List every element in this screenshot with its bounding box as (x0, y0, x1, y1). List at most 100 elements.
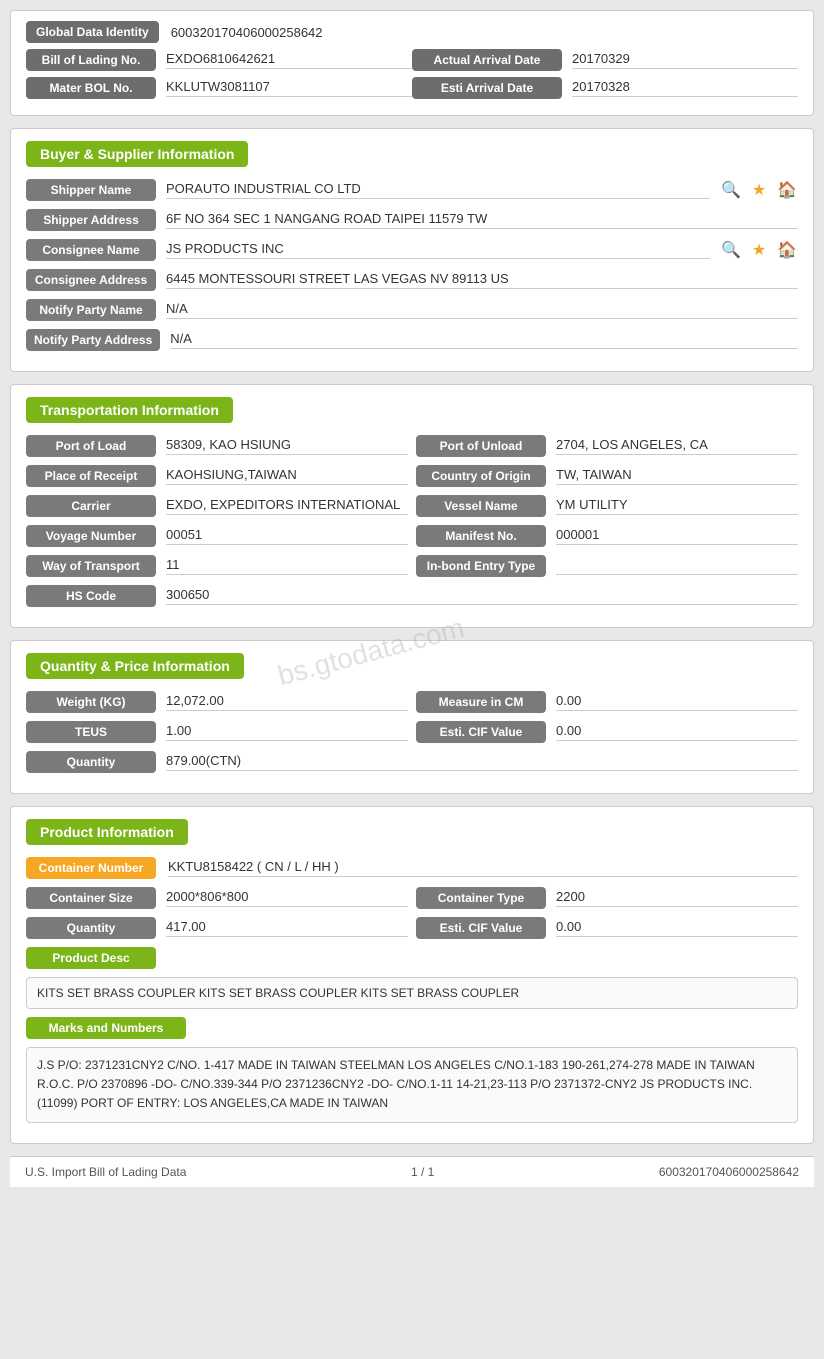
voyage-number-value: 00051 (166, 527, 408, 545)
carrier-left: Carrier EXDO, EXPEDITORS INTERNATIONAL (26, 495, 408, 517)
teus-label: TEUS (26, 721, 156, 743)
voyage-number-label: Voyage Number (26, 525, 156, 547)
consignee-address-label: Consignee Address (26, 269, 156, 291)
bol-left: Bill of Lading No. EXDO6810642621 (26, 49, 412, 71)
bol-value: EXDO6810642621 (166, 51, 412, 69)
search-icon[interactable]: 🔍 (720, 179, 742, 201)
consignee-icons: 🔍 ★ 🏠 (720, 239, 798, 261)
port-unload-label: Port of Unload (416, 435, 546, 457)
voyage-left: Voyage Number 00051 (26, 525, 408, 547)
bol-row: Bill of Lading No. EXDO6810642621 Actual… (26, 49, 798, 71)
marks-value: J.S P/O: 2371231CNY2 C/NO. 1-417 MADE IN… (26, 1047, 798, 1123)
measure-right: Measure in CM 0.00 (416, 691, 798, 713)
consignee-search-icon[interactable]: 🔍 (720, 239, 742, 261)
way-transport-label: Way of Transport (26, 555, 156, 577)
hs-code-row: HS Code 300650 (26, 585, 798, 607)
product-cif-value: 0.00 (556, 919, 798, 937)
receipt-left: Place of Receipt KAOHSIUNG,TAIWAN (26, 465, 408, 487)
vessel-name-value: YM UTILITY (556, 497, 798, 515)
product-desc-value: KITS SET BRASS COUPLER KITS SET BRASS CO… (26, 977, 798, 1009)
hs-code-label: HS Code (26, 585, 156, 607)
weight-label: Weight (KG) (26, 691, 156, 713)
shipper-address-label: Shipper Address (26, 209, 156, 231)
global-identity-label: Global Data Identity (26, 21, 159, 43)
home-icon[interactable]: 🏠 (776, 179, 798, 201)
esti-arrival-label: Esti Arrival Date (412, 77, 562, 99)
notify-name-label: Notify Party Name (26, 299, 156, 321)
esti-cif-right: Esti. CIF Value 0.00 (416, 721, 798, 743)
weight-measure-row: Weight (KG) 12,072.00 Measure in CM 0.00 (26, 691, 798, 713)
measure-label: Measure in CM (416, 691, 546, 713)
global-id-row: Global Data Identity 6003201704060002586… (26, 21, 798, 43)
esti-cif-label: Esti. CIF Value (416, 721, 546, 743)
product-section: Product Information Container Number KKT… (10, 806, 814, 1144)
voyage-manifest-row: Voyage Number 00051 Manifest No. 000001 (26, 525, 798, 547)
consignee-star-icon[interactable]: ★ (748, 239, 770, 261)
manifest-right: Manifest No. 000001 (416, 525, 798, 547)
in-bond-label: In-bond Entry Type (416, 555, 546, 577)
container-type-value: 2200 (556, 889, 798, 907)
star-icon[interactable]: ★ (748, 179, 770, 201)
hs-code-value: 300650 (166, 587, 798, 605)
global-identity-value: 600320170406000258642 (171, 25, 798, 40)
top-section: Global Data Identity 6003201704060002586… (10, 10, 814, 116)
quantity-price-header: Quantity & Price Information (26, 653, 244, 679)
master-bol-label: Mater BOL No. (26, 77, 156, 99)
product-qty-left: Quantity 417.00 (26, 917, 408, 939)
master-bol-value: KKLUTW3081107 (166, 79, 412, 97)
place-receipt-value: KAOHSIUNG,TAIWAN (166, 467, 408, 485)
master-bol-row: Mater BOL No. KKLUTW3081107 Esti Arrival… (26, 77, 798, 99)
product-qty-label: Quantity (26, 917, 156, 939)
footer-right: 600320170406000258642 (659, 1165, 799, 1179)
quantity-price-section: Quantity & Price Information Weight (KG)… (10, 640, 814, 794)
consignee-home-icon[interactable]: 🏠 (776, 239, 798, 261)
product-cif-right: Esti. CIF Value 0.00 (416, 917, 798, 939)
actual-arrival-label: Actual Arrival Date (412, 49, 562, 71)
esti-arrival-right: Esti Arrival Date 20170328 (412, 77, 798, 99)
container-size-type-row: Container Size 2000*806*800 Container Ty… (26, 887, 798, 909)
product-desc-label-row: Product Desc (26, 947, 798, 969)
consignee-address-row: Consignee Address 6445 MONTESSOURI STREE… (26, 269, 798, 291)
shipper-name-value: PORAUTO INDUSTRIAL CO LTD (166, 181, 710, 199)
shipper-name-row: Shipper Name PORAUTO INDUSTRIAL CO LTD 🔍… (26, 179, 798, 201)
container-type-right: Container Type 2200 (416, 887, 798, 909)
vessel-name-label: Vessel Name (416, 495, 546, 517)
transport-left: Way of Transport 11 (26, 555, 408, 577)
actual-arrival-right: Actual Arrival Date 20170329 (412, 49, 798, 71)
origin-right: Country of Origin TW, TAIWAN (416, 465, 798, 487)
product-qty-value: 417.00 (166, 919, 408, 937)
country-origin-value: TW, TAIWAN (556, 467, 798, 485)
product-qty-cif-row: Quantity 417.00 Esti. CIF Value 0.00 (26, 917, 798, 939)
country-origin-label: Country of Origin (416, 465, 546, 487)
carrier-label: Carrier (26, 495, 156, 517)
page-wrapper: Global Data Identity 6003201704060002586… (0, 0, 824, 1359)
container-number-row: Container Number KKTU8158422 ( CN / L / … (26, 857, 798, 879)
notify-address-row: Notify Party Address N/A (26, 329, 798, 351)
container-type-label: Container Type (416, 887, 546, 909)
port-unload-right: Port of Unload 2704, LOS ANGELES, CA (416, 435, 798, 457)
place-receipt-label: Place of Receipt (26, 465, 156, 487)
shipper-name-label: Shipper Name (26, 179, 156, 201)
consignee-name-row: Consignee Name JS PRODUCTS INC 🔍 ★ 🏠 (26, 239, 798, 261)
footer-left: U.S. Import Bill of Lading Data (25, 1165, 186, 1179)
esti-arrival-value: 20170328 (572, 79, 798, 97)
consignee-name-value: JS PRODUCTS INC (166, 241, 710, 259)
bol-label: Bill of Lading No. (26, 49, 156, 71)
footer-bar: U.S. Import Bill of Lading Data 1 / 1 60… (10, 1156, 814, 1187)
shipper-address-value: 6F NO 364 SEC 1 NANGANG ROAD TAIPEI 1157… (166, 211, 798, 229)
notify-name-row: Notify Party Name N/A (26, 299, 798, 321)
vessel-right: Vessel Name YM UTILITY (416, 495, 798, 517)
quantity-row: Quantity 879.00(CTN) (26, 751, 798, 773)
weight-left: Weight (KG) 12,072.00 (26, 691, 408, 713)
notify-name-value: N/A (166, 301, 798, 319)
esti-cif-value: 0.00 (556, 723, 798, 741)
manifest-no-label: Manifest No. (416, 525, 546, 547)
consignee-name-label: Consignee Name (26, 239, 156, 261)
marks-label: Marks and Numbers (26, 1017, 186, 1039)
footer-center: 1 / 1 (411, 1165, 434, 1179)
carrier-vessel-row: Carrier EXDO, EXPEDITORS INTERNATIONAL V… (26, 495, 798, 517)
in-bond-value (556, 557, 798, 575)
teus-left: TEUS 1.00 (26, 721, 408, 743)
inbond-right: In-bond Entry Type (416, 555, 798, 577)
manifest-no-value: 000001 (556, 527, 798, 545)
